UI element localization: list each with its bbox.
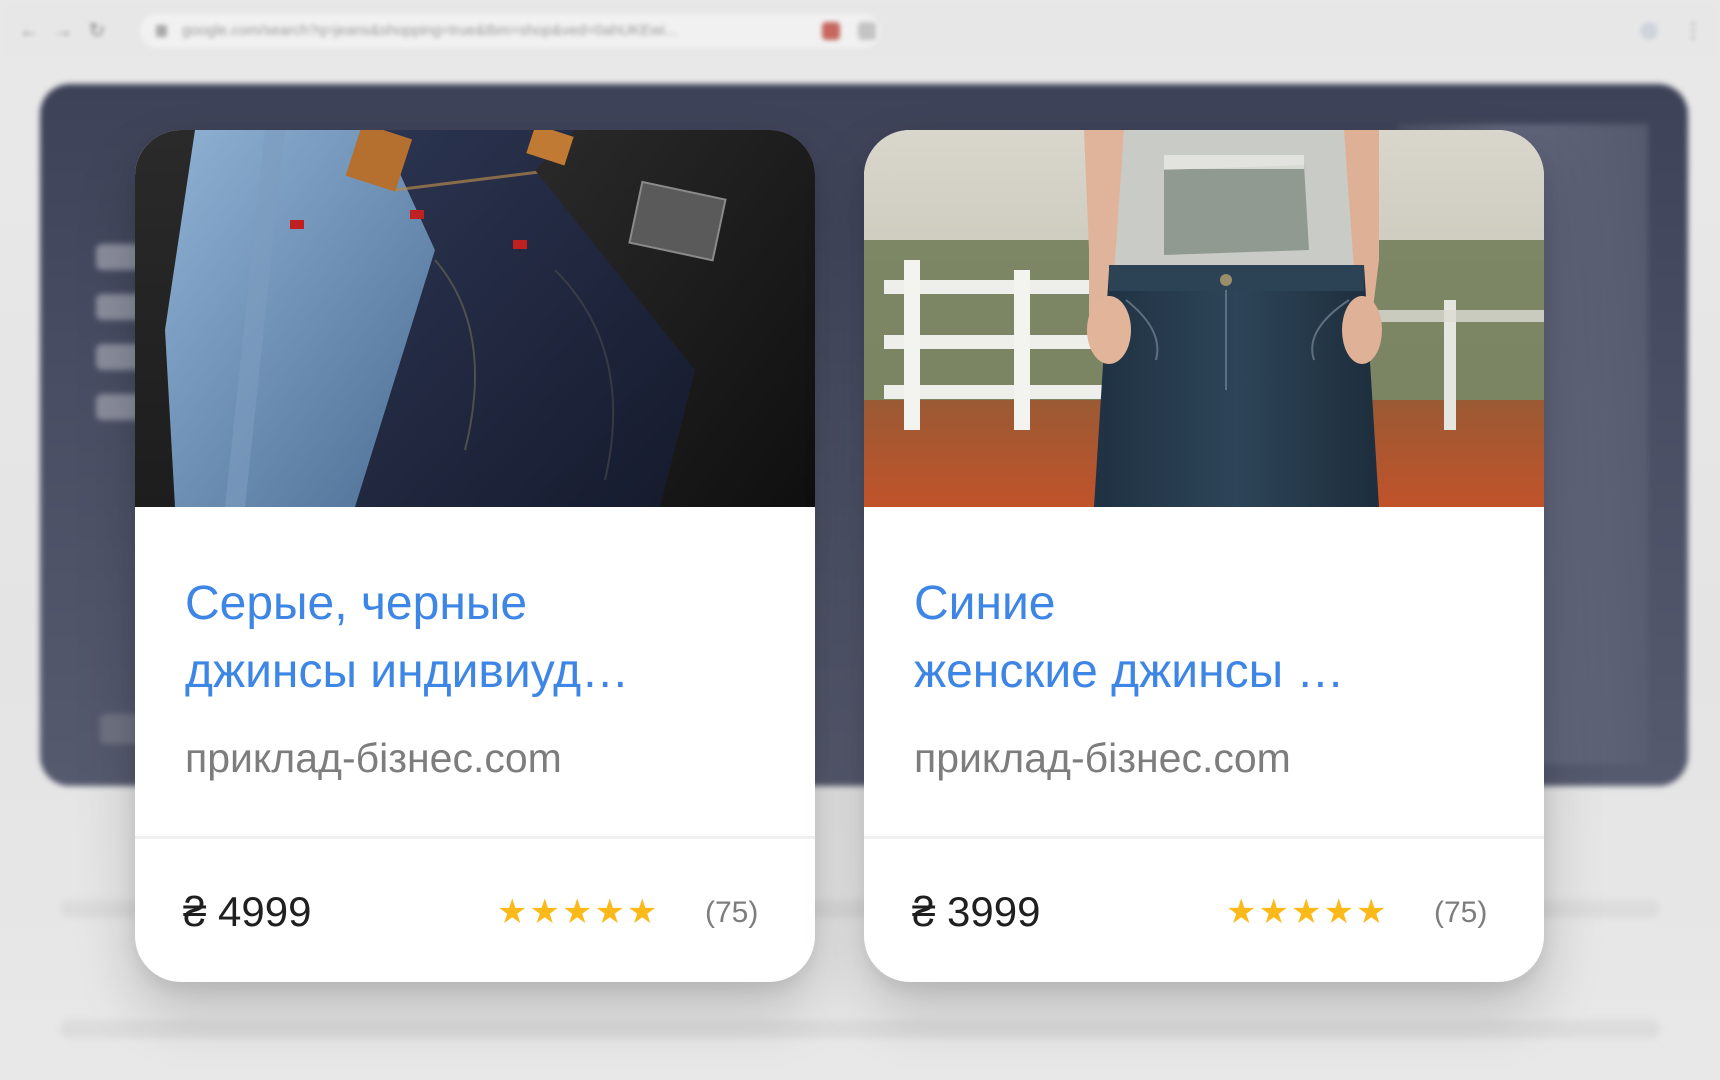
star-icon: ★	[626, 893, 658, 931]
star-rating: ★ ★ ★ ★ ★	[1226, 892, 1386, 932]
address-bar[interactable]: google.com/search?q=jeans&shopping=true&…	[140, 14, 880, 48]
woman-in-jeans-image[interactable]	[864, 130, 1544, 507]
star-icon: ★	[1258, 893, 1289, 931]
product-card[interactable]: Синие женские джинсы … приклад-бізнес.co…	[864, 130, 1544, 982]
profile-icon[interactable]	[1640, 22, 1658, 40]
star-icon: ★	[1226, 893, 1257, 931]
product-title-link[interactable]: Серые, черные джинсы индивиуд…	[185, 570, 745, 706]
product-card[interactable]: Серые, черные джинсы индивиуд… приклад-б…	[135, 130, 815, 982]
bookmark-icon[interactable]	[858, 22, 876, 40]
divider	[135, 836, 815, 839]
product-title-link[interactable]: Синие женские джинсы …	[914, 570, 1474, 706]
reload-icon[interactable]: ↻	[86, 20, 108, 42]
star-icon: ★	[1355, 893, 1387, 931]
browser-toolbar: ← → ↻ google.com/search?q=jeans&shopping…	[0, 0, 1720, 62]
menu-icon[interactable]: ⋮	[1682, 20, 1704, 42]
extension-icon[interactable]	[822, 22, 840, 40]
star-icon: ★	[561, 893, 593, 931]
product-title-line: женские джинсы …	[914, 645, 1345, 698]
star-rating: ★ ★ ★ ★ ★	[497, 892, 657, 932]
product-title-line: Синие	[914, 577, 1056, 630]
product-title-line: джинсы индивиуд…	[185, 645, 630, 698]
divider	[864, 836, 1544, 839]
product-price: ₴ 4999	[183, 888, 312, 935]
star-icon: ★	[529, 893, 560, 931]
review-count: (75)	[1434, 896, 1488, 929]
page-content-blur	[60, 1020, 1660, 1038]
folded-jeans-image[interactable]	[135, 130, 815, 507]
star-icon: ★	[594, 893, 625, 931]
merchant-domain: приклад-бізнес.com	[185, 735, 562, 781]
review-count: (75)	[705, 896, 759, 929]
merchant-domain: приклад-бізнес.com	[914, 735, 1291, 781]
forward-icon[interactable]: →	[52, 20, 74, 42]
lock-icon	[156, 25, 167, 37]
product-title-line: Серые, черные	[185, 577, 528, 630]
url-text: google.com/search?q=jeans&shopping=true&…	[182, 22, 678, 39]
star-icon: ★	[497, 893, 528, 931]
back-icon[interactable]: ←	[18, 20, 40, 42]
product-price: ₴ 3999	[912, 888, 1041, 935]
screen: ← → ↻ google.com/search?q=jeans&shopping…	[0, 0, 1720, 1080]
star-icon: ★	[1323, 893, 1354, 931]
star-icon: ★	[1290, 893, 1322, 931]
